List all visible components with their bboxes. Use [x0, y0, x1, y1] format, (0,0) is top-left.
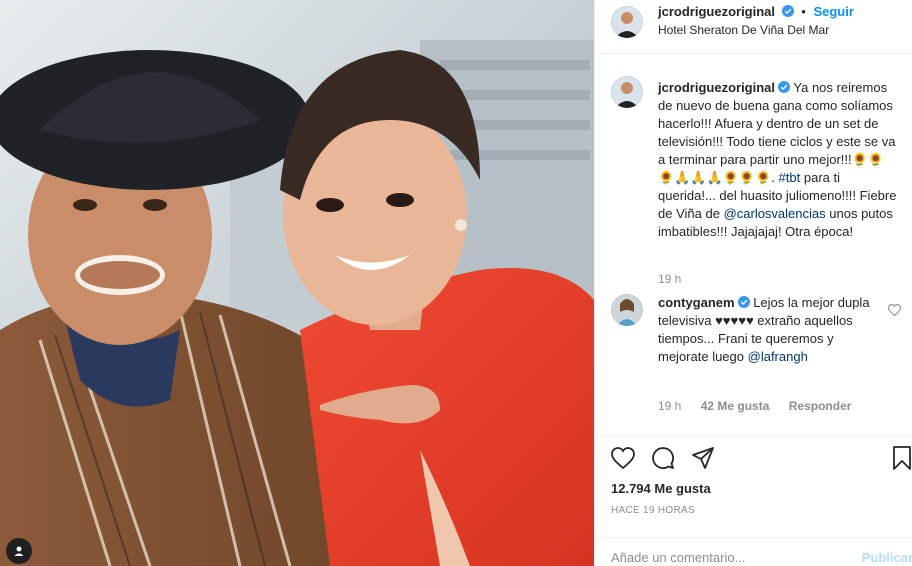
caption-text: jcrodriguezoriginal Ya nos reiremos de n… — [658, 79, 898, 241]
post-age[interactable]: HACE 19 HORAS — [611, 505, 695, 516]
like-comment-heart-icon[interactable] — [888, 304, 901, 316]
publish-button[interactable]: Publicar — [862, 550, 912, 565]
comment-bubble-icon[interactable] — [651, 446, 675, 470]
author-username[interactable]: jcrodriguezoriginal — [658, 4, 775, 19]
likes-count[interactable]: 12.794 Me gusta — [611, 481, 711, 496]
author-line: jcrodriguezoriginal • Seguir — [658, 4, 854, 19]
post-details-panel: jcrodriguezoriginal • Seguir Hotel Shera… — [594, 0, 912, 566]
post-location[interactable]: Hotel Sheraton De Viña Del Mar — [658, 23, 829, 37]
caption-author-username[interactable]: jcrodriguezoriginal — [658, 80, 775, 95]
user-icon — [14, 546, 24, 556]
caption-time[interactable]: 19 h — [658, 272, 681, 286]
caption-body-1: Ya nos reiremos de nuevo de buena gana c… — [658, 80, 896, 185]
share-direct-icon[interactable] — [691, 446, 715, 470]
post-actions: 12.794 Me gusta HACE 19 HORAS — [595, 435, 912, 525]
commenter-avatar[interactable] — [611, 294, 643, 326]
verified-badge-icon — [778, 81, 791, 93]
comment-likes[interactable]: 42 Me gusta — [701, 399, 770, 413]
post-photo[interactable] — [0, 0, 594, 566]
author-avatar[interactable] — [611, 6, 643, 38]
separator-dot: • — [801, 4, 806, 19]
verified-badge-icon — [737, 296, 750, 308]
save-bookmark-icon[interactable] — [892, 446, 912, 470]
verified-badge-icon — [781, 5, 794, 17]
commenter-username[interactable]: contyganem — [658, 295, 735, 310]
post-photo-illustration — [0, 0, 594, 566]
reply-button[interactable]: Responder — [789, 399, 852, 413]
comment-composer: Añade un comentario... Publicar — [595, 537, 912, 566]
comment-time[interactable]: 19 h — [658, 399, 681, 413]
comment-mention-link[interactable]: @lafrangh — [748, 349, 808, 364]
mention-link[interactable]: @carlosvalencias — [724, 206, 826, 221]
post-header: jcrodriguezoriginal • Seguir Hotel Shera… — [595, 0, 912, 54]
comments-list[interactable]: jcrodriguezoriginal Ya nos reiremos de n… — [595, 55, 912, 435]
caption-author-avatar[interactable] — [611, 76, 643, 108]
follow-button[interactable]: Seguir — [813, 4, 853, 19]
hashtag-link[interactable]: #tbt — [779, 170, 801, 185]
comment-body: contyganem Lejos la mejor dupla televisi… — [658, 294, 878, 366]
like-heart-icon[interactable] — [611, 447, 635, 469]
comment-meta: 19 h 42 Me gusta Responder — [658, 399, 851, 413]
tagged-users-button[interactable] — [6, 538, 32, 564]
comment-input[interactable]: Añade un comentario... — [611, 550, 745, 565]
